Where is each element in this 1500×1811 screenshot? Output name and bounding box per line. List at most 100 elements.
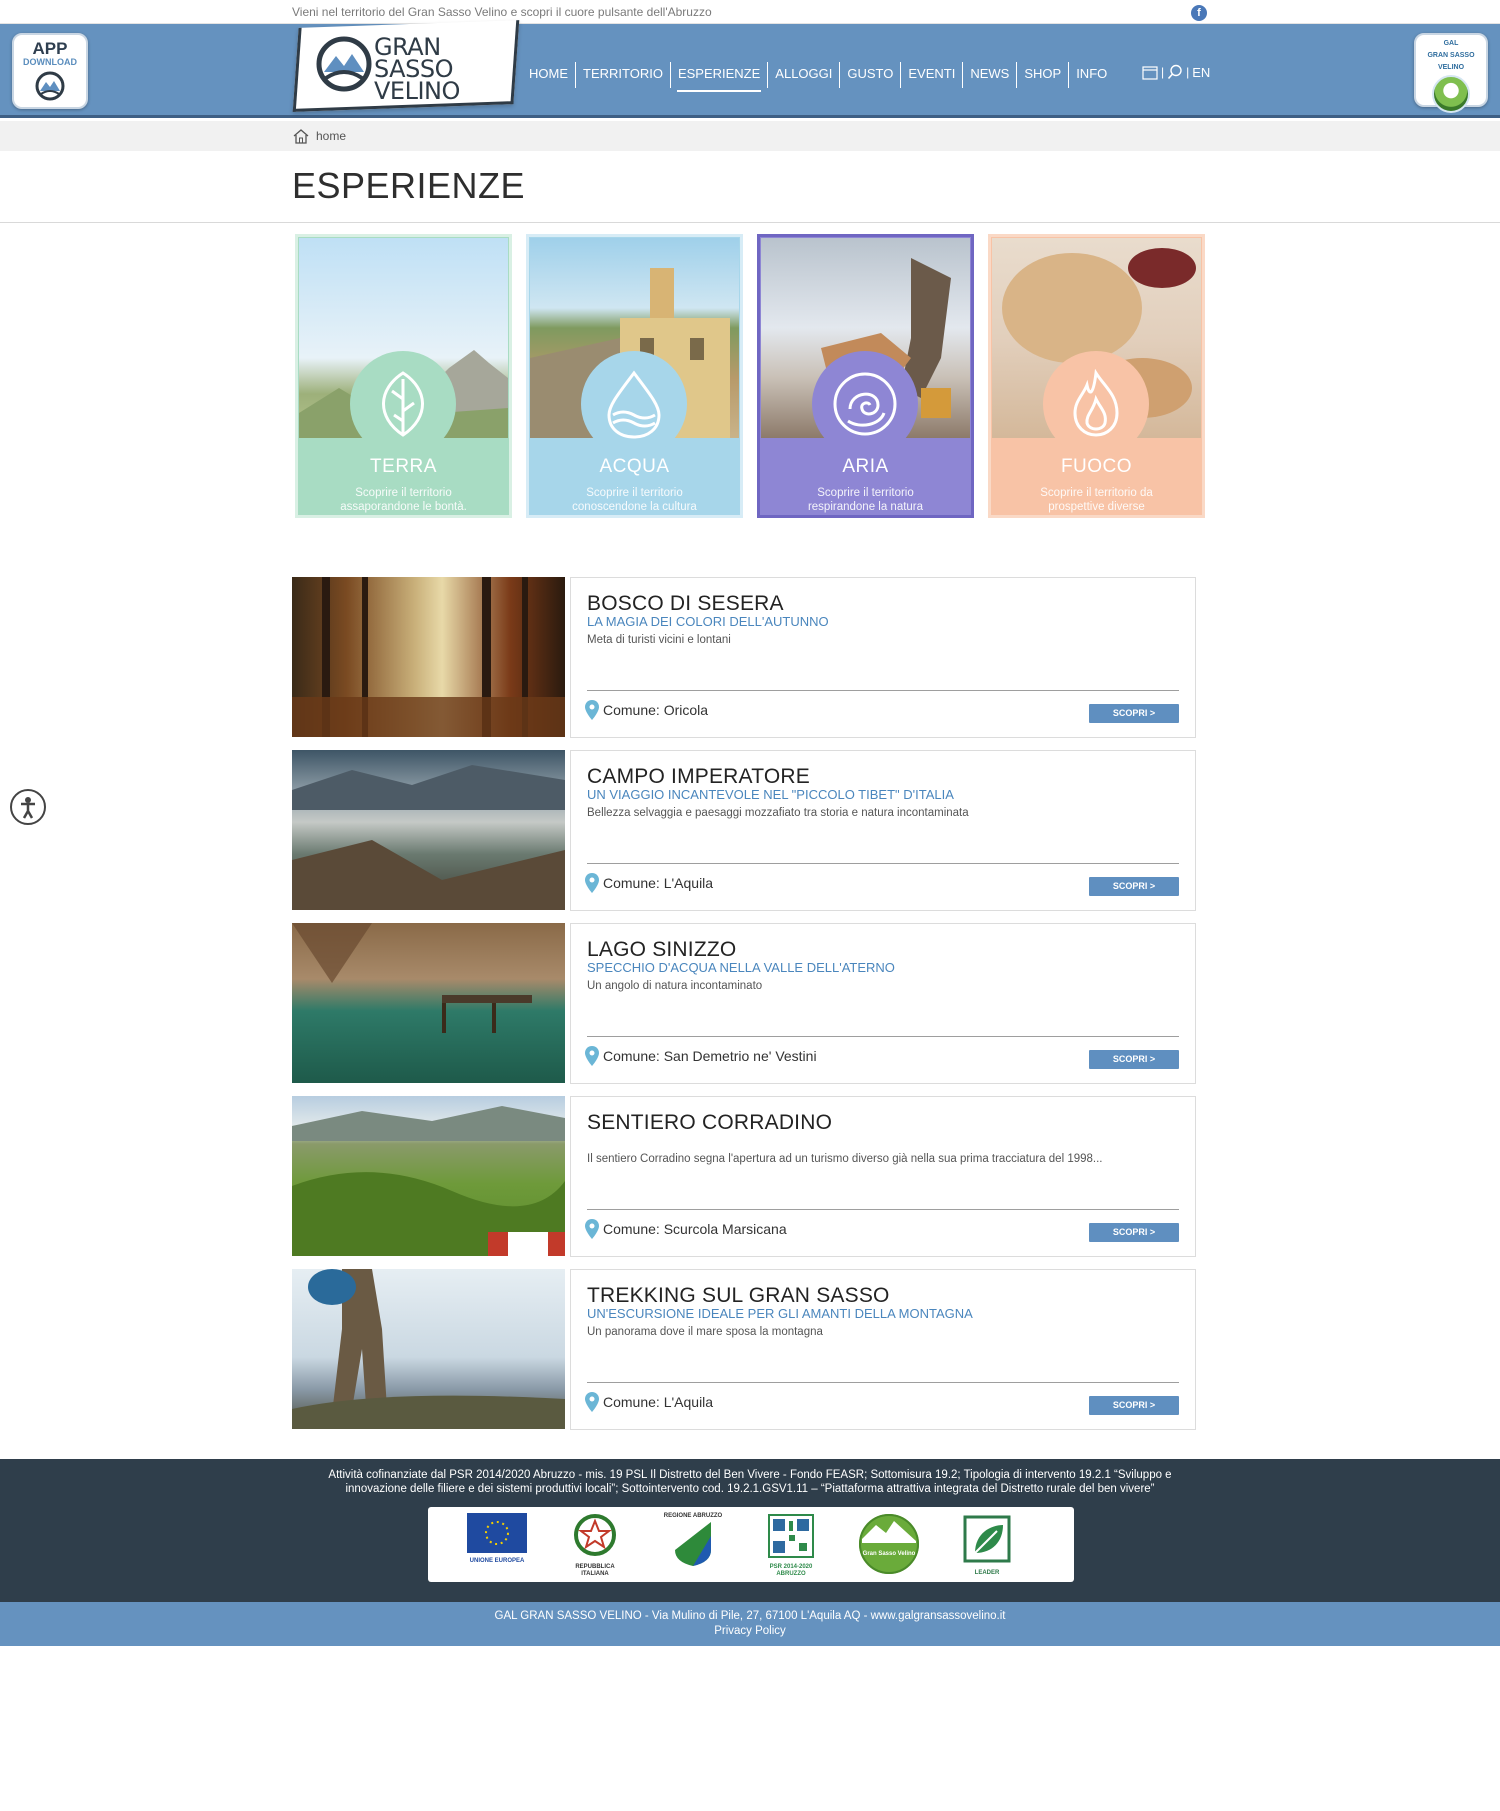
- scopri-button[interactable]: SCOPRI >: [1089, 1050, 1179, 1069]
- air-swirl-icon: [812, 351, 918, 457]
- element-desc-line: Scoprire il territorio: [586, 487, 683, 499]
- qr-code-icon: [768, 1514, 814, 1558]
- nav-news[interactable]: NEWS: [963, 62, 1018, 88]
- item-location-label: Comune: Scurcola Marsicana: [603, 1221, 787, 1237]
- element-card-acqua[interactable]: ACQUA Scoprire il territorio conoscendon…: [526, 234, 743, 518]
- privacy-policy-link[interactable]: Privacy Policy: [0, 1625, 1500, 1637]
- gal-badge[interactable]: GAL GRAN SASSO VELINO: [1414, 33, 1488, 113]
- location-pin-icon: [585, 1219, 599, 1239]
- element-card-terra[interactable]: TERRA Scoprire il territorio assaporando…: [295, 234, 512, 518]
- experience-item: CAMPO IMPERATORE UN VIAGGIO INCANTEVOLE …: [292, 750, 1196, 912]
- item-photo-trekking[interactable]: [292, 1269, 565, 1429]
- item-location: Comune: L'Aquila: [585, 1392, 713, 1412]
- gal-badge-line1: GAL: [1443, 40, 1459, 47]
- location-pin-icon: [585, 700, 599, 720]
- site-logo[interactable]: GRAN SASSO VELINO: [314, 30, 524, 103]
- element-name: TERRA: [370, 456, 437, 477]
- leaf-icon: [350, 351, 456, 457]
- divider: [587, 863, 1179, 864]
- element-desc-line: assaporandone le bontà.: [340, 501, 467, 513]
- element-desc-line: Scoprire il territorio: [817, 487, 914, 499]
- nav-home[interactable]: HOME: [522, 62, 576, 88]
- accessibility-icon: [21, 797, 35, 819]
- divider: [587, 1209, 1179, 1210]
- item-title[interactable]: SENTIERO CORRADINO: [587, 1111, 832, 1135]
- element-card-fuoco[interactable]: FUOCO Scoprire il territorio da prospett…: [988, 234, 1205, 518]
- item-title[interactable]: LAGO SINIZZO: [587, 938, 736, 962]
- breadcrumb-home[interactable]: home: [316, 129, 346, 143]
- item-photo-mountain-plain[interactable]: [292, 750, 565, 910]
- facebook-icon[interactable]: f: [1191, 5, 1207, 21]
- flame-icon: [1043, 351, 1149, 457]
- nav-eventi[interactable]: EVENTI: [901, 62, 964, 88]
- item-description: Il sentiero Corradino segna l'apertura a…: [587, 1153, 1103, 1165]
- item-title[interactable]: TREKKING SUL GRAN SASSO: [587, 1284, 890, 1308]
- divider: [0, 222, 1500, 223]
- item-location: Comune: Oricola: [585, 700, 708, 720]
- divider: [587, 690, 1179, 691]
- item-title[interactable]: BOSCO DI SESERA: [587, 592, 784, 616]
- logo-line1: GRAN SASSO: [374, 33, 453, 83]
- gal-globe-icon[interactable]: Gran Sasso Velino: [856, 1513, 922, 1577]
- logo-caption: PSR 2014-2020 ABRUZZO: [769, 1564, 813, 1577]
- element-desc-line: prospettive diverse: [1048, 501, 1145, 513]
- item-card: TREKKING SUL GRAN SASSO UN'ESCURSIONE ID…: [570, 1269, 1196, 1430]
- logo-caption: REGIONE ABRUZZO: [663, 1513, 723, 1519]
- eu-flag-icon[interactable]: UNIONE EUROPEA: [464, 1513, 530, 1577]
- item-description: Bellezza selvaggia e paesaggi mozzafiato…: [587, 807, 969, 819]
- element-desc-line: Scoprire il territorio da: [1040, 487, 1153, 499]
- experience-item: SENTIERO CORRADINO Il sentiero Corradino…: [292, 1096, 1196, 1258]
- element-card-aria[interactable]: ARIA Scoprire il territorio respirandone…: [757, 234, 974, 518]
- item-description: Un angolo di natura incontaminato: [587, 980, 763, 992]
- scopri-button[interactable]: SCOPRI >: [1089, 1396, 1179, 1415]
- calendar-icon[interactable]: [1142, 65, 1158, 80]
- scopri-button[interactable]: SCOPRI >: [1089, 704, 1179, 723]
- language-switch[interactable]: EN: [1192, 65, 1210, 80]
- logo-text: GRAN SASSO VELINO: [374, 33, 524, 103]
- nav-gusto[interactable]: GUSTO: [840, 62, 902, 88]
- item-description: Meta di turisti vicini e lontani: [587, 634, 731, 646]
- site-header: APP DOWNLOAD GRAN SASSO VELINO HOME TERR…: [0, 20, 1500, 118]
- logo-caption: REPUBBLICA ITALIANA: [575, 1564, 615, 1577]
- item-card: CAMPO IMPERATORE UN VIAGGIO INCANTEVOLE …: [570, 750, 1196, 911]
- item-subtitle: SPECCHIO D'ACQUA NELLA VALLE DELL'ATERNO: [587, 960, 895, 975]
- item-location-label: Comune: Oricola: [603, 702, 709, 718]
- item-location-label: Comune: L'Aquila: [603, 875, 714, 891]
- gal-globe-icon: [859, 1514, 919, 1574]
- scopri-button[interactable]: SCOPRI >: [1089, 1223, 1179, 1242]
- item-subtitle: LA MAGIA DEI COLORI DELL'AUTUNNO: [587, 614, 829, 629]
- app-download-button[interactable]: APP DOWNLOAD: [12, 33, 88, 109]
- experience-item: LAGO SINIZZO SPECCHIO D'ACQUA NELLA VALL…: [292, 923, 1196, 1085]
- nav-territorio[interactable]: TERRITORIO: [576, 62, 671, 88]
- nav-info[interactable]: INFO: [1069, 62, 1114, 88]
- abruzzo-shield-icon[interactable]: REGIONE ABRUZZO: [660, 1513, 726, 1577]
- leader-icon[interactable]: LEADER: [954, 1513, 1020, 1577]
- item-description: Un panorama dove il mare sposa la montag…: [587, 1326, 823, 1338]
- item-location: Comune: Scurcola Marsicana: [585, 1219, 787, 1239]
- item-photo-lake[interactable]: [292, 923, 565, 1083]
- item-location: Comune: San Demetrio ne' Vestini: [585, 1046, 817, 1066]
- element-desc-line: respirandone la natura: [807, 501, 924, 513]
- item-title[interactable]: CAMPO IMPERATORE: [587, 765, 810, 789]
- element-name: ACQUA: [599, 456, 670, 477]
- item-photo-hills[interactable]: [292, 1096, 565, 1256]
- italian-emblem-icon[interactable]: REPUBBLICA ITALIANA: [562, 1513, 628, 1577]
- search-icon[interactable]: [1167, 64, 1183, 80]
- breadcrumb: home: [0, 121, 1500, 151]
- item-card: LAGO SINIZZO SPECCHIO D'ACQUA NELLA VALL…: [570, 923, 1196, 1084]
- nav-alloggi[interactable]: ALLOGGI: [768, 62, 841, 88]
- qr-code-icon[interactable]: PSR 2014-2020 ABRUZZO: [758, 1513, 824, 1577]
- scopri-button[interactable]: SCOPRI >: [1089, 877, 1179, 896]
- item-photo-forest[interactable]: [292, 577, 565, 737]
- abruzzo-shield-icon: [675, 1522, 711, 1566]
- eu-flag-icon: [467, 1513, 527, 1553]
- funding-line: Attività cofinanziate dal PSR 2014/2020 …: [328, 1469, 1172, 1481]
- logo-caption: UNIONE EUROPEA: [469, 1558, 525, 1564]
- item-location-label: Comune: L'Aquila: [603, 1394, 714, 1410]
- funding-line: innovazione delle filiere e dei sistemi …: [345, 1483, 1155, 1495]
- element-name: FUOCO: [1060, 456, 1133, 477]
- accessibility-button[interactable]: [10, 789, 46, 825]
- nav-shop[interactable]: SHOP: [1017, 62, 1070, 88]
- nav-esperienze[interactable]: ESPERIENZE: [671, 62, 769, 92]
- home-icon[interactable]: [292, 128, 310, 144]
